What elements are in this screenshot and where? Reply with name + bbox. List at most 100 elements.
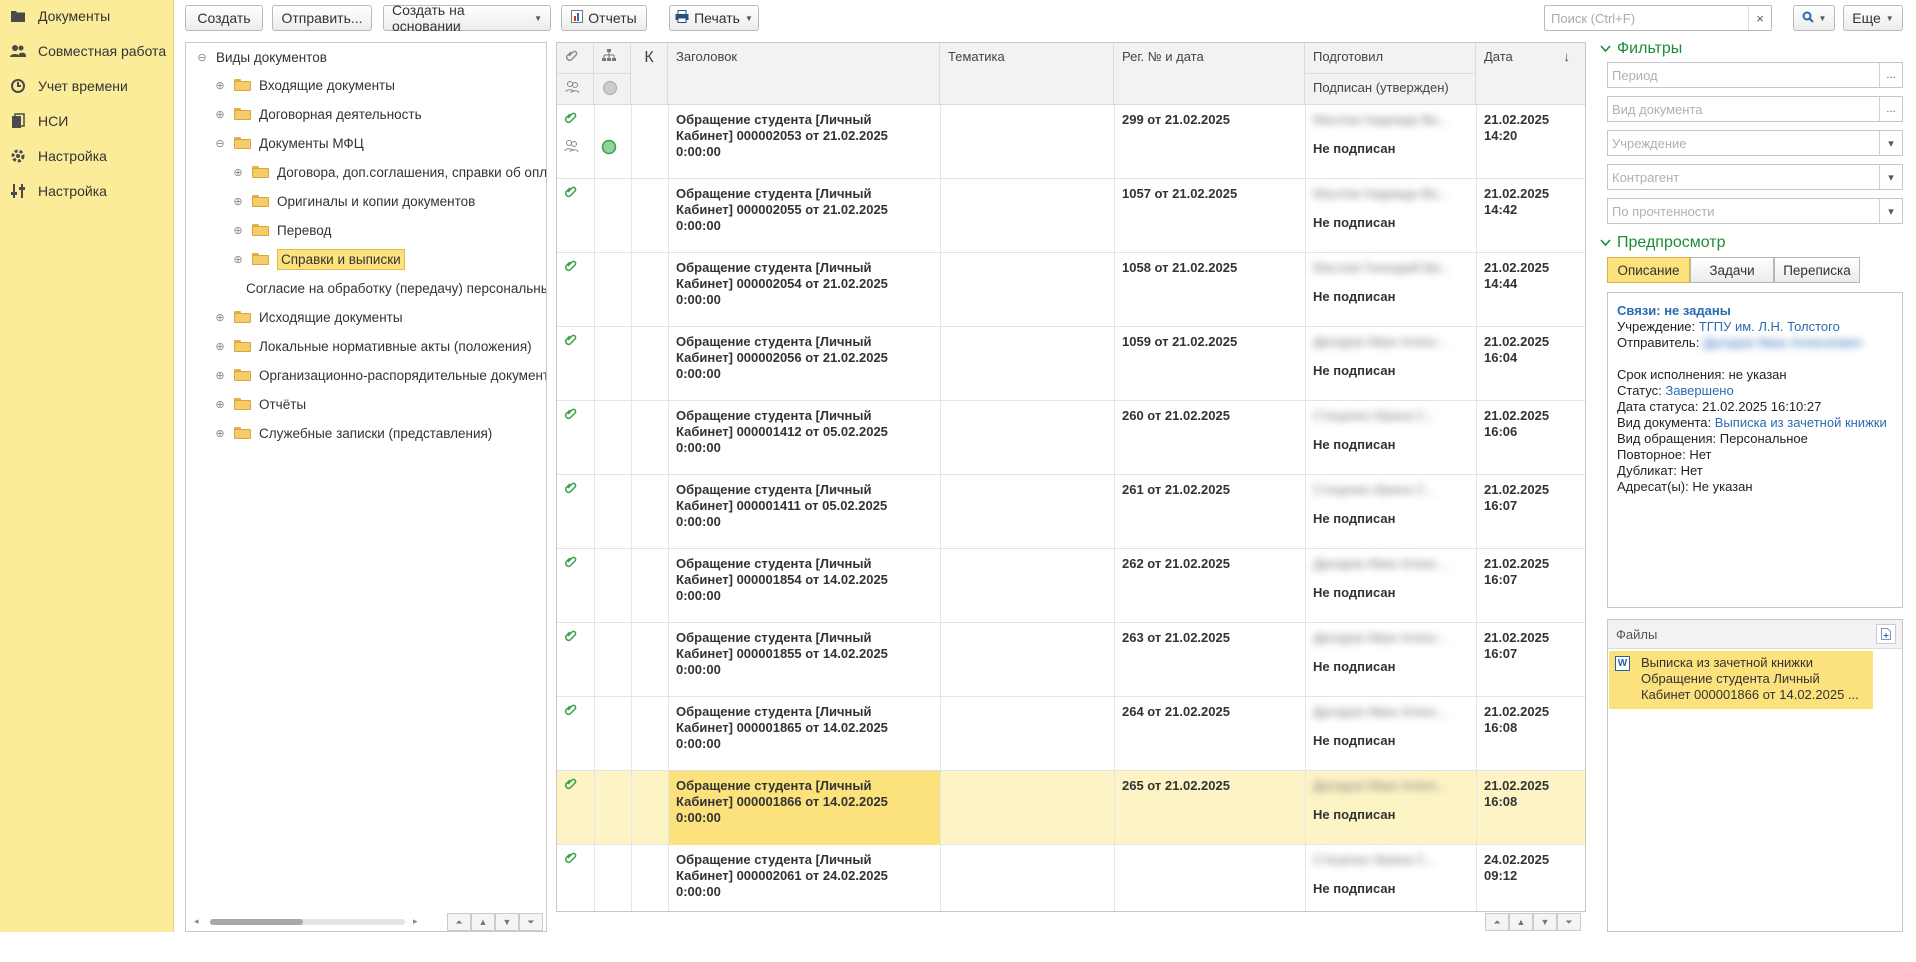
expand-icon[interactable]: ⊕ bbox=[232, 166, 244, 179]
expand-icon[interactable]: ⊕ bbox=[214, 79, 226, 92]
tree-item[interactable]: ⊕ Входящие документы bbox=[214, 74, 395, 96]
scrollbar-thumb[interactable] bbox=[210, 919, 303, 925]
nav-item-settings-2[interactable]: Настройка bbox=[10, 180, 107, 202]
scroll-first-button[interactable]: ⏶ bbox=[447, 913, 471, 931]
grid-scroll-down-button[interactable]: ▼ bbox=[1533, 913, 1557, 931]
select-button[interactable]: ... bbox=[1879, 63, 1902, 87]
header-reg-number[interactable]: Рег. № и дата bbox=[1114, 43, 1305, 105]
clear-icon[interactable]: × bbox=[1748, 6, 1771, 30]
expand-icon[interactable]: ⊕ bbox=[214, 108, 226, 121]
links-text[interactable]: Связи: не заданы bbox=[1617, 303, 1893, 319]
header-hierarchy[interactable] bbox=[594, 43, 631, 74]
header-date[interactable]: Дата ↓ bbox=[1476, 43, 1585, 105]
counterparty-field[interactable]: Контрагент ▾ bbox=[1607, 164, 1903, 190]
table-row[interactable]: Обращение студента [Личный Кабинет] 0000… bbox=[557, 771, 1585, 845]
tree-root[interactable]: ⊖ Виды документов bbox=[196, 46, 326, 68]
select-button[interactable]: ... bbox=[1879, 97, 1902, 121]
row-title: Обращение студента [Личный Кабинет] 0000… bbox=[676, 482, 888, 529]
table-row[interactable]: Обращение студента [Личный Кабинет] 0000… bbox=[557, 623, 1585, 697]
create-based-on-button[interactable]: Создать на основании ▼ bbox=[383, 2, 551, 34]
tree-item[interactable]: ⊕ Отчёты bbox=[214, 393, 306, 415]
nav-item-documents[interactable]: Документы bbox=[10, 5, 110, 27]
table-row[interactable]: Обращение студента [Личный Кабинет] 0000… bbox=[557, 179, 1585, 253]
header-status-circle[interactable] bbox=[594, 74, 631, 105]
table-row[interactable]: Обращение студента [Личный Кабинет] 0000… bbox=[557, 549, 1585, 623]
dropdown-icon[interactable]: ▾ bbox=[1879, 165, 1902, 189]
tree-item[interactable]: Согласие на обработку (передачу) персона… bbox=[246, 277, 546, 299]
nav-item-collaboration[interactable]: Совместная работа bbox=[10, 40, 166, 62]
grid-scroll-first-button[interactable]: ⏶ bbox=[1485, 913, 1509, 931]
reports-button[interactable]: Отчеты bbox=[561, 5, 647, 31]
nav-item-settings[interactable]: Настройка bbox=[10, 145, 107, 167]
table-row[interactable]: Обращение студента [Личный Кабинет] 0000… bbox=[557, 401, 1585, 475]
header-participants[interactable] bbox=[557, 74, 594, 105]
tree-item[interactable]: ⊕ Оригиналы и копии документов bbox=[232, 190, 475, 212]
tree-item[interactable]: ⊕ Исходящие документы bbox=[214, 306, 402, 328]
tab-tasks[interactable]: Задачи bbox=[1690, 257, 1774, 283]
expand-icon[interactable]: ⊕ bbox=[232, 195, 244, 208]
header-prepared[interactable]: Подготовил bbox=[1305, 43, 1476, 74]
search-options-button[interactable]: ▼ bbox=[1793, 5, 1835, 31]
tab-description[interactable]: Описание bbox=[1607, 257, 1690, 283]
expand-icon[interactable]: ⊕ bbox=[232, 253, 244, 266]
expand-icon[interactable]: ⊕ bbox=[214, 427, 226, 440]
header-k[interactable]: К bbox=[631, 43, 668, 105]
tree-item[interactable]: ⊕ Договорная деятельность bbox=[214, 103, 421, 125]
nav-item-reference[interactable]: НСИ bbox=[10, 110, 68, 132]
header-topic[interactable]: Тематика bbox=[940, 43, 1114, 105]
period-field[interactable]: Период... bbox=[1607, 62, 1903, 88]
header-signed[interactable]: Подписан (утвержден) bbox=[1305, 74, 1476, 105]
tree-item[interactable]: ⊕ Служебные записки (представления) bbox=[214, 422, 492, 444]
expand-icon[interactable]: ⊕ bbox=[214, 311, 226, 324]
scroll-left-icon[interactable]: ◂ bbox=[194, 916, 199, 927]
doc-type-field[interactable]: Вид документа... bbox=[1607, 96, 1903, 122]
print-button[interactable]: Печать ▼ bbox=[669, 5, 759, 31]
expand-icon[interactable]: ⊕ bbox=[214, 369, 226, 382]
table-row[interactable]: Обращение студента [Личный Кабинет] 0000… bbox=[557, 253, 1585, 327]
row-reg-number: 1059 от 21.02.2025 bbox=[1122, 334, 1238, 349]
scroll-right-icon[interactable]: ▸ bbox=[413, 916, 418, 927]
grid-scroll-up-button[interactable]: ▲ bbox=[1509, 913, 1533, 931]
table-row[interactable]: Обращение студента [Личный Кабинет] 0000… bbox=[557, 475, 1585, 549]
grid-scroll-last-button[interactable]: ⏷ bbox=[1557, 913, 1581, 931]
filters-section-toggle[interactable]: Фильтры bbox=[1600, 40, 1682, 58]
expand-icon[interactable]: ⊕ bbox=[214, 340, 226, 353]
more-button[interactable]: Еще ▼ bbox=[1843, 5, 1903, 31]
send-button[interactable]: Отправить... bbox=[272, 5, 372, 31]
table-row[interactable]: Обращение студента [Личный Кабинет] 0000… bbox=[557, 697, 1585, 771]
sender-link[interactable]: Дроздов Иван Алексеевич bbox=[1703, 335, 1862, 350]
header-title[interactable]: Заголовок bbox=[668, 43, 940, 105]
expand-icon[interactable]: ⊕ bbox=[232, 224, 244, 237]
status-link[interactable]: Завершено bbox=[1665, 383, 1733, 398]
expand-icon[interactable]: ⊕ bbox=[214, 398, 226, 411]
add-file-icon[interactable] bbox=[1876, 624, 1896, 644]
tree-item[interactable]: ⊖ Документы МФЦ bbox=[214, 132, 363, 154]
preview-section-toggle[interactable]: Предпросмотр bbox=[1600, 234, 1726, 252]
tree-horizontal-scrollbar[interactable]: ◂ ▸ bbox=[194, 916, 420, 928]
table-row[interactable]: Обращение студента [Личный Кабинет] 0000… bbox=[557, 845, 1585, 911]
dropdown-icon[interactable]: ▾ bbox=[1879, 131, 1902, 155]
tree-item[interactable]: ⊕ Справки и выписки bbox=[232, 248, 405, 270]
tree-item[interactable]: ⊕ Локальные нормативные акты (положения) bbox=[214, 335, 531, 357]
read-status-field[interactable]: По прочтенности ▾ bbox=[1607, 198, 1903, 224]
scroll-up-button[interactable]: ▲ bbox=[471, 913, 495, 931]
tree-item[interactable]: ⊕ Договора, доп.соглашения, справки об оп… bbox=[232, 161, 546, 183]
collapse-icon[interactable]: ⊖ bbox=[214, 137, 226, 150]
header-attachment[interactable] bbox=[557, 43, 594, 74]
nav-item-time-tracking[interactable]: Учет времени bbox=[10, 75, 128, 97]
table-row[interactable]: Обращение студента [Личный Кабинет] 0000… bbox=[557, 327, 1585, 401]
create-button[interactable]: Создать bbox=[185, 5, 263, 31]
tree-item[interactable]: ⊕ Перевод bbox=[232, 219, 331, 241]
tab-correspondence[interactable]: Переписка bbox=[1774, 257, 1860, 283]
institution-field[interactable]: Учреждение ▾ bbox=[1607, 130, 1903, 156]
table-row[interactable]: Обращение студента [Личный Кабинет] 0000… bbox=[557, 105, 1585, 179]
search-input[interactable]: Поиск (Ctrl+F) × bbox=[1544, 5, 1772, 31]
scroll-last-button[interactable]: ⏷ bbox=[519, 913, 543, 931]
file-item[interactable]: W Выписка из зачетной книжки Обращение с… bbox=[1609, 651, 1873, 709]
scroll-down-button[interactable]: ▼ bbox=[495, 913, 519, 931]
dropdown-icon[interactable]: ▾ bbox=[1879, 199, 1902, 223]
tree-item[interactable]: ⊕ Организационно-распорядительные докумен… bbox=[214, 364, 546, 386]
collapse-icon[interactable]: ⊖ bbox=[196, 51, 208, 64]
doc-kind-link[interactable]: Выписка из зачетной книжки bbox=[1715, 415, 1887, 430]
institution-link[interactable]: ТГПУ им. Л.Н. Толстого bbox=[1699, 319, 1840, 334]
